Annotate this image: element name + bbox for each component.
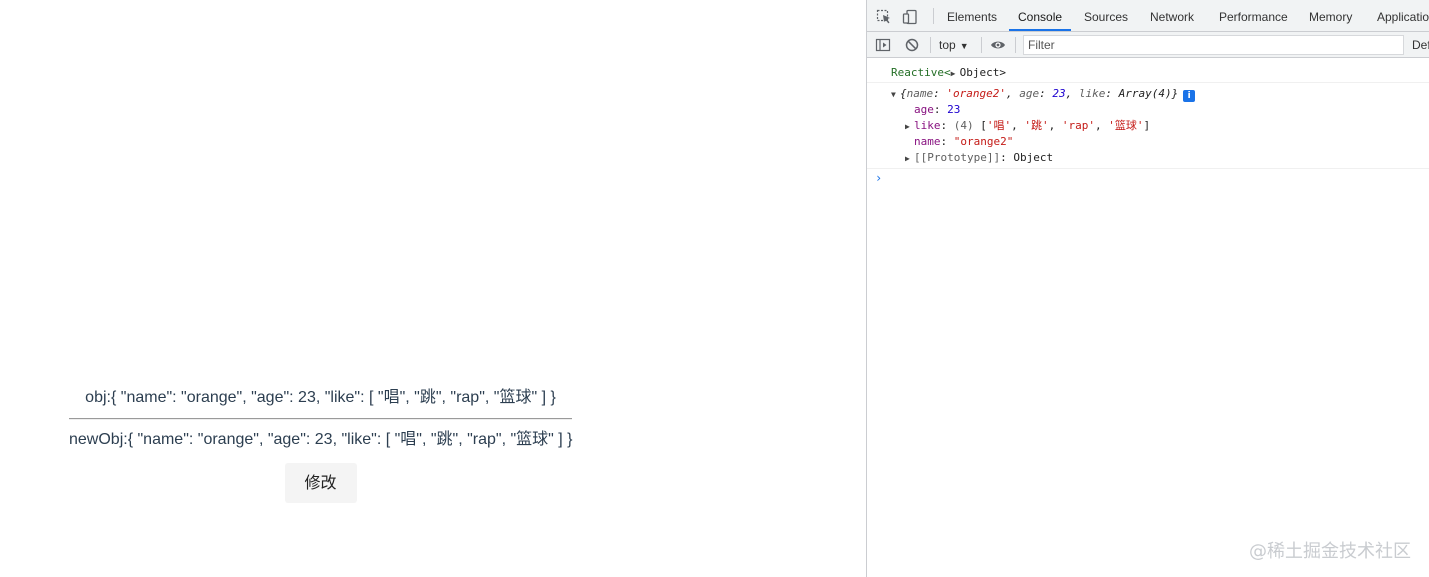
clear-console-icon[interactable] bbox=[904, 37, 920, 53]
context-selector[interactable]: top ▼ bbox=[939, 32, 969, 57]
console-output: Reactive<▶ Object> ▼ {name: 'orange2', age… bbox=[867, 58, 1429, 187]
array-count: (4) bbox=[953, 119, 974, 132]
tab-performance[interactable]: Performance bbox=[1210, 0, 1297, 31]
divider bbox=[69, 418, 572, 420]
console-prompt[interactable]: › bbox=[867, 169, 1429, 187]
sidebar-toggle-icon[interactable] bbox=[875, 37, 891, 53]
info-icon[interactable]: i bbox=[1183, 90, 1196, 102]
web-page: obj:{ "name": "orange", "age": 23, "like… bbox=[0, 0, 866, 577]
obj-display: obj:{ "name": "orange", "age": 23, "like… bbox=[85, 389, 556, 406]
reactive-suffix: > bbox=[999, 66, 1006, 79]
prop-value: 23 bbox=[947, 103, 961, 116]
toolbar-separator bbox=[930, 37, 931, 53]
chevron-down-icon: ▼ bbox=[959, 41, 969, 51]
devtools-tabbar: Elements Console Sources Network Perform… bbox=[867, 0, 1429, 32]
tab-memory[interactable]: Memory bbox=[1300, 0, 1361, 31]
context-label: top bbox=[939, 38, 956, 52]
prop-value: Object bbox=[1013, 151, 1054, 164]
tab-console[interactable]: Console bbox=[1009, 0, 1072, 31]
expand-triangle-icon[interactable]: ▶ bbox=[951, 66, 960, 82]
expand-triangle-icon[interactable]: ▶ bbox=[905, 119, 914, 135]
prompt-chevron-icon: › bbox=[875, 171, 883, 185]
live-expression-eye-icon[interactable] bbox=[990, 37, 1006, 53]
tab-elements[interactable]: Elements bbox=[938, 0, 1006, 31]
inspect-element-icon[interactable] bbox=[876, 9, 892, 25]
filter-input[interactable]: Filter bbox=[1023, 35, 1404, 55]
console-row: Reactive<▶ Object> bbox=[867, 65, 1429, 81]
property-row-name: name: "orange2" bbox=[914, 135, 1014, 148]
watermark: @稀土掘金技术社区 bbox=[1249, 541, 1411, 562]
prop-key: name bbox=[914, 135, 941, 148]
reactive-prefix: Reactive< bbox=[891, 66, 951, 79]
array-item: 'rap' bbox=[1061, 119, 1095, 132]
array-item: '篮球' bbox=[1108, 119, 1144, 132]
property-row-like[interactable]: ▶ like: (4) ['唱', '跳', 'rap', '篮球'] bbox=[867, 118, 1429, 134]
object-preview[interactable]: {name: 'orange2', age: 23, like: Array(4… bbox=[900, 87, 1178, 100]
reactive-object-label[interactable]: Object bbox=[960, 66, 1000, 79]
console-toolbar: top▼ Filter Default levels bbox=[867, 32, 1429, 58]
prop-key: like bbox=[914, 119, 941, 132]
tabbar-separator bbox=[933, 8, 934, 24]
console-message: Reactive<▶ Object> bbox=[867, 58, 1429, 83]
devtools-panel: Elements Console Sources Network Perform… bbox=[866, 0, 1429, 577]
device-toolbar-icon[interactable] bbox=[902, 9, 918, 25]
property-row-prototype[interactable]: ▶ [[Prototype]]: Object bbox=[867, 150, 1429, 166]
modify-button[interactable]: 修改 bbox=[284, 463, 357, 503]
prop-key: age bbox=[914, 103, 934, 116]
console-message: ▼ {name: 'orange2', age: 23, like: Array(… bbox=[867, 83, 1429, 169]
app-root: obj:{ "name": "orange", "age": 23, "like… bbox=[69, 387, 573, 503]
array-item: '唱' bbox=[986, 119, 1012, 132]
expand-triangle-icon[interactable]: ▶ bbox=[905, 151, 914, 167]
property-row-age: age: 23 bbox=[914, 103, 961, 116]
toolbar-separator bbox=[981, 37, 982, 53]
tab-network[interactable]: Network bbox=[1141, 0, 1203, 31]
prop-key: [[Prototype]] bbox=[914, 151, 1001, 164]
collapse-triangle-icon[interactable]: ▼ bbox=[891, 87, 900, 103]
array-item: '跳' bbox=[1024, 119, 1049, 132]
tab-application[interactable]: Application bbox=[1368, 0, 1429, 31]
tab-sources[interactable]: Sources bbox=[1075, 0, 1137, 31]
console-row[interactable]: ▼ {name: 'orange2', age: 23, like: Array(… bbox=[867, 86, 1429, 102]
newobj-display: newObj:{ "name": "orange", "age": 23, "l… bbox=[69, 431, 573, 448]
prop-value: "orange2" bbox=[953, 135, 1014, 148]
default-levels-dropdown[interactable]: Default levels bbox=[1412, 32, 1429, 57]
toolbar-separator bbox=[1015, 37, 1016, 53]
